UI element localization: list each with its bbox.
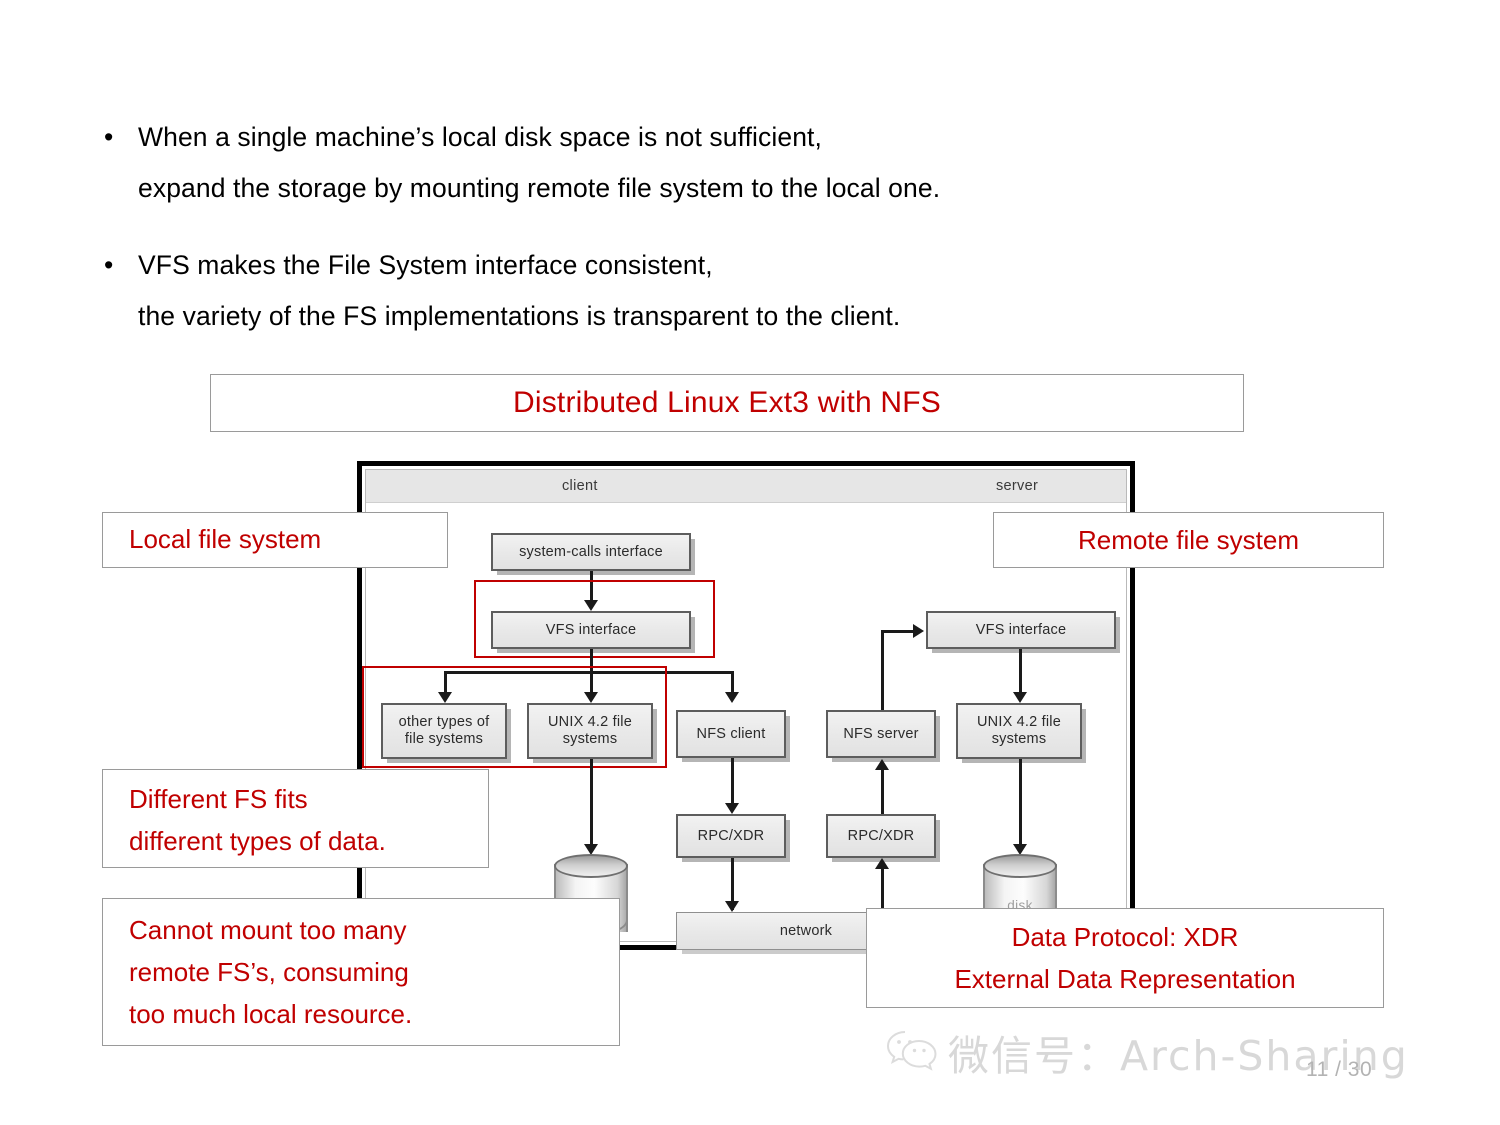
connector-network-to-rpc-server bbox=[881, 868, 884, 912]
box-rpc-xdr-client: RPC/XDR bbox=[676, 814, 786, 858]
box-unix42-server-line1: UNIX 4.2 file bbox=[977, 714, 1061, 730]
callout-different-fs-line-1: Different FS fits bbox=[129, 784, 308, 814]
callout-cannot-mount-line-3: too much local resource. bbox=[129, 999, 413, 1029]
callout-remote-file-system: Remote file system bbox=[993, 512, 1384, 568]
callout-data-protocol-line-2: External Data Representation bbox=[954, 964, 1296, 994]
arrowhead-rpc-client-to-network bbox=[725, 901, 739, 912]
highlight-local-file-systems bbox=[362, 666, 667, 768]
connector-unix-client-to-disk bbox=[590, 759, 593, 852]
callout-local-file-system-text: Local file system bbox=[129, 524, 322, 554]
diagram-title-text: Distributed Linux Ext3 with NFS bbox=[512, 386, 942, 419]
bullet-text-block: • When a single machine’s local disk spa… bbox=[100, 112, 1300, 368]
disk-client-top bbox=[554, 854, 628, 878]
box-nfs-server: NFS server bbox=[826, 710, 936, 758]
bullet-marker-2: • bbox=[104, 250, 114, 280]
connector-unix-server-to-disk bbox=[1019, 759, 1022, 852]
callout-local-file-system: Local file system bbox=[102, 512, 448, 568]
diagram-server-label: server bbox=[996, 478, 1039, 494]
arrowhead-nfs-server-to-vfs bbox=[913, 624, 924, 638]
callout-cannot-mount-line-1: Cannot mount too many bbox=[129, 915, 407, 945]
bullet-1-line-2: expand the storage by mounting remote fi… bbox=[138, 173, 941, 203]
callout-different-fs: Different FS fits different types of dat… bbox=[102, 769, 489, 868]
callout-data-protocol: Data Protocol: XDR External Data Represe… bbox=[866, 908, 1384, 1008]
callout-remote-file-system-text: Remote file system bbox=[1077, 525, 1300, 555]
arrowhead-vfs-server-to-unix bbox=[1013, 692, 1027, 703]
box-nfs-client: NFS client bbox=[676, 710, 786, 758]
bullet-2-line-2: the variety of the FS implementations is… bbox=[138, 301, 901, 331]
slide-canvas: • When a single machine’s local disk spa… bbox=[0, 0, 1500, 1125]
disk-server-top bbox=[983, 854, 1057, 878]
bullet-2-line-1: VFS makes the File System interface cons… bbox=[138, 250, 713, 280]
diagram-title-box: Distributed Linux Ext3 with NFS bbox=[210, 374, 1244, 432]
bullet-item-1: • When a single machine’s local disk spa… bbox=[100, 112, 1300, 214]
arrowhead-vfs-to-nfs-client bbox=[725, 692, 739, 703]
page-number: 11 / 30 bbox=[1306, 1058, 1373, 1081]
arrowhead-nfs-client-to-rpc bbox=[725, 803, 739, 814]
box-rpc-xdr-server: RPC/XDR bbox=[826, 814, 936, 858]
box-unix42-server-line2: systems bbox=[991, 731, 1047, 747]
box-vfs-interface-server: VFS interface bbox=[926, 611, 1116, 649]
bullet-marker-1: • bbox=[104, 122, 114, 152]
wechat-icon bbox=[886, 1028, 938, 1077]
arrowhead-rpc-server-to-nfs-server bbox=[875, 759, 889, 770]
connector-nfs-server-to-vfs-bar bbox=[881, 630, 915, 633]
box-unix42-server: UNIX 4.2 file systems bbox=[956, 703, 1082, 759]
bullet-item-2: • VFS makes the File System interface co… bbox=[100, 240, 1300, 342]
callout-different-fs-line-2: different types of data. bbox=[129, 826, 386, 856]
connector-nfs-server-up bbox=[881, 630, 884, 710]
connector-vfs-server-to-unix bbox=[1019, 649, 1022, 697]
connector-rpc-server-to-nfs-server bbox=[881, 769, 884, 814]
callout-cannot-mount: Cannot mount too many remote FS’s, consu… bbox=[102, 898, 620, 1046]
callout-data-protocol-line-1: Data Protocol: XDR bbox=[1011, 922, 1239, 952]
box-system-calls-interface: system-calls interface bbox=[491, 533, 691, 571]
arrowhead-network-to-rpc-server bbox=[875, 858, 889, 869]
callout-cannot-mount-line-2: remote FS’s, consuming bbox=[129, 957, 409, 987]
highlight-vfs-interface bbox=[474, 580, 715, 658]
bullet-1-line-1: When a single machine’s local disk space… bbox=[138, 122, 822, 152]
diagram-client-label: client bbox=[562, 478, 598, 494]
